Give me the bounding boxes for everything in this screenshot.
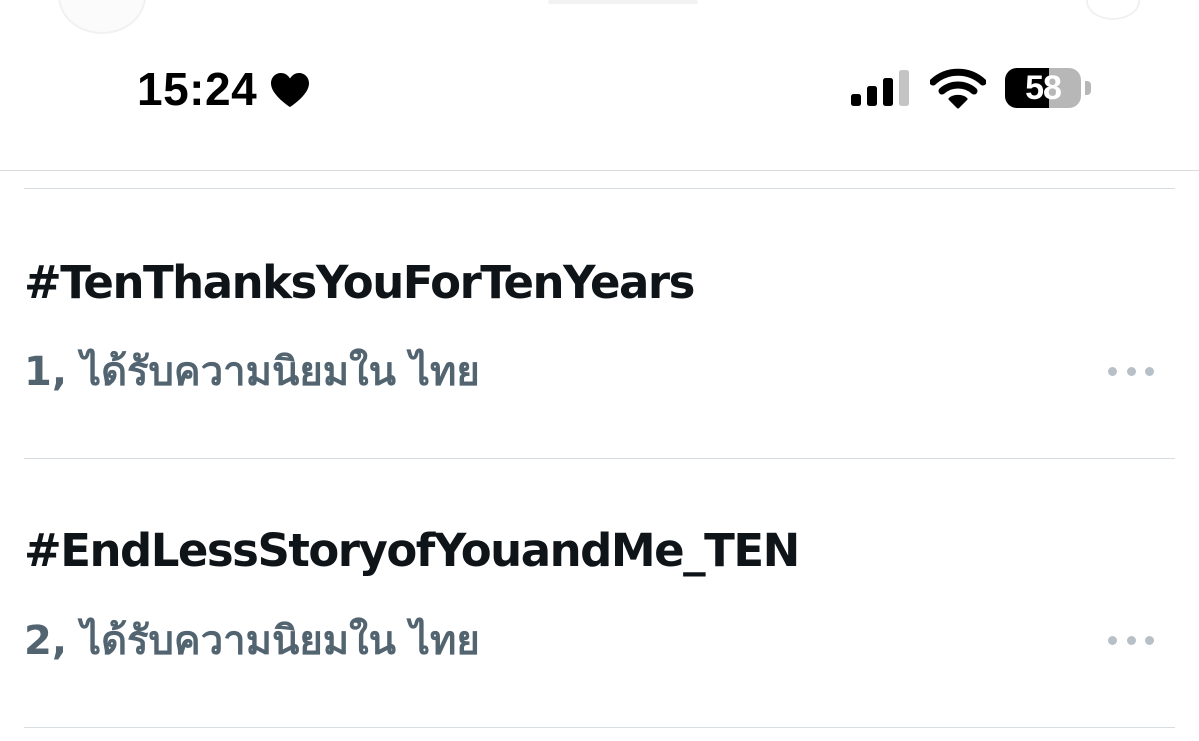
signal-bar-4 (899, 70, 909, 106)
signal-bar-2 (867, 86, 877, 106)
trend-location-text: , ได้รับความนิยมใน ไทย (51, 618, 480, 664)
status-bar: 15:24 58 (0, 0, 1199, 171)
status-time: 15:24 (137, 63, 258, 115)
wifi-icon (930, 68, 986, 109)
trend-context: 1, ได้รับความนิยมใน ไทย (24, 345, 480, 399)
more-horizontal-icon (1108, 635, 1117, 645)
status-time-group: 15:24 (137, 62, 311, 116)
trend-rank: 2 (24, 618, 52, 664)
list-divider (24, 727, 1175, 728)
more-options-button[interactable] (1108, 630, 1154, 650)
more-options-button[interactable] (1108, 361, 1154, 381)
signal-bar-3 (883, 78, 893, 106)
trend-location-text: , ได้รับความนิยมใน ไทย (51, 349, 480, 395)
battery-body: 58 (1005, 68, 1081, 108)
more-horizontal-icon (1108, 366, 1117, 376)
trend-hashtag[interactable]: #TenThanksYouForTenYears (24, 255, 695, 311)
trend-hashtag[interactable]: #EndLessStoryofYouandMe_TEN (24, 523, 800, 579)
battery-percent: 58 (1025, 69, 1062, 107)
trending-screen: 15:24 58 #TenThanksYouForTenYears 1, ได้… (0, 0, 1199, 741)
cellular-signal-icon (851, 70, 909, 106)
signal-bar-1 (851, 94, 861, 106)
trend-context: 2, ได้รับความนิยมใน ไทย (24, 614, 480, 668)
trend-item[interactable]: #EndLessStoryofYouandMe_TEN 2, ได้รับควา… (0, 459, 1199, 727)
battery-indicator: 58 (1005, 68, 1091, 108)
trend-item[interactable]: #TenThanksYouForTenYears 1, ได้รับความนิ… (0, 189, 1199, 457)
trend-rank: 1 (24, 349, 52, 395)
heart-icon (271, 73, 310, 107)
battery-tip (1085, 81, 1091, 95)
